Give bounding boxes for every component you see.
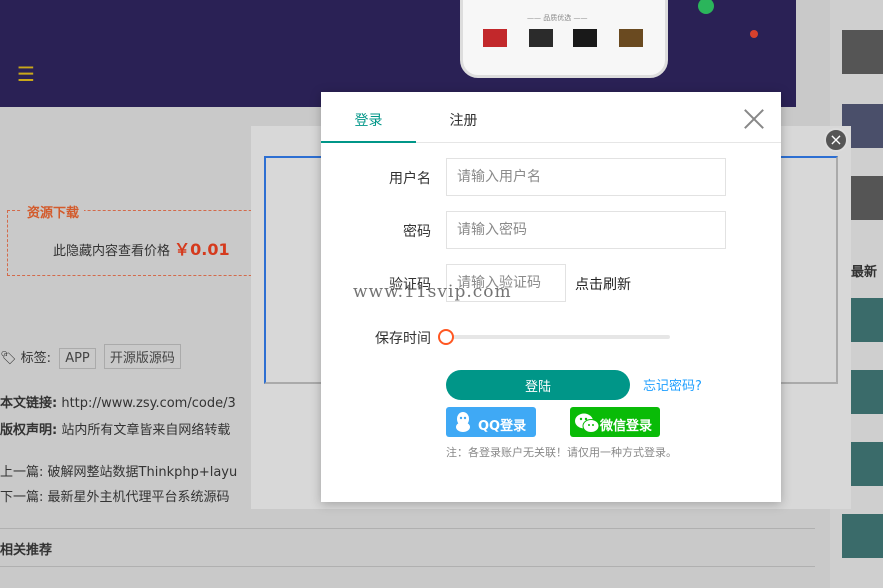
qq-login-label: QQ登录 bbox=[478, 419, 527, 434]
copyright-label: 版权声明: bbox=[0, 423, 58, 438]
remember-slider-track[interactable] bbox=[446, 335, 670, 339]
next-label: 下一篇: bbox=[0, 490, 44, 505]
password-input[interactable] bbox=[446, 211, 726, 249]
qq-icon bbox=[456, 412, 470, 432]
remember-slider-handle[interactable] bbox=[438, 329, 454, 345]
sidebar-heading: 最新 bbox=[851, 265, 878, 280]
phone-mockup: —— 品质优选 —— bbox=[460, 0, 668, 78]
decor-dot bbox=[750, 30, 758, 38]
tab-login[interactable]: 登录 bbox=[321, 92, 416, 143]
copyright-value: 站内所有文章皆来自网络转载 bbox=[61, 423, 231, 438]
forgot-password-link[interactable]: 忘记密码? bbox=[643, 375, 702, 394]
phone-title: —— 品质优选 —— bbox=[527, 14, 588, 22]
sidebar-thumbnail[interactable] bbox=[842, 30, 883, 74]
captcha-refresh-link[interactable]: 点击刷新 bbox=[575, 274, 631, 294]
resource-download-title: 资源下载 bbox=[22, 202, 85, 221]
link-value[interactable]: http://www.zsy.com/code/3 bbox=[61, 396, 235, 411]
sidebar-thumbnail[interactable] bbox=[842, 514, 883, 558]
next-post-row: 下一篇: 最新星外主机代理平台系统源码 bbox=[0, 486, 230, 505]
close-icon[interactable]: × bbox=[824, 128, 848, 152]
remember-label: 保存时间 bbox=[375, 331, 431, 347]
wechat-login-label: 微信登录 bbox=[600, 419, 653, 434]
prev-label: 上一篇: bbox=[0, 465, 44, 480]
wechat-icon bbox=[575, 413, 600, 433]
price-label: 此隐藏内容查看价格 bbox=[53, 244, 171, 259]
watermark: www.11svip.com bbox=[353, 282, 512, 302]
password-label: 密码 bbox=[403, 224, 431, 240]
menu-icon[interactable]: ☰ bbox=[17, 64, 35, 84]
tag-app[interactable]: APP bbox=[59, 348, 96, 369]
login-button[interactable]: 登陆 bbox=[446, 370, 630, 400]
tags-label: 标签: bbox=[20, 351, 52, 366]
qq-login-button[interactable]: QQ登录 bbox=[446, 407, 536, 437]
link-label: 本文链接: bbox=[0, 396, 58, 411]
modal-tabs: 登录 注册 bbox=[321, 92, 781, 143]
price-value: ￥0.01 bbox=[174, 240, 230, 259]
copyright-row: 版权声明: 站内所有文章皆来自网络转载 bbox=[0, 419, 230, 438]
login-note: 注：各登录账户无关联！请仅用一种方式登录。 bbox=[446, 446, 677, 459]
tab-register[interactable]: 注册 bbox=[416, 92, 511, 143]
close-icon[interactable] bbox=[743, 108, 765, 130]
prev-link[interactable]: 破解网整站数据Thinkphp+layu bbox=[48, 465, 238, 480]
price-line: 此隐藏内容查看价格 ￥0.01 bbox=[53, 236, 230, 260]
tag-open-source[interactable]: 开源版源码 bbox=[103, 344, 181, 369]
article-link-row: 本文链接: http://www.zsy.com/code/3 bbox=[0, 392, 236, 411]
tags-row: 🏷 标签: APP 开源版源码 bbox=[0, 344, 181, 369]
wechat-login-button[interactable]: 微信登录 bbox=[570, 407, 660, 437]
divider bbox=[0, 528, 815, 529]
username-label: 用户名 bbox=[389, 171, 431, 187]
hero-banner: ☰ —— 品质优选 —— bbox=[0, 0, 796, 107]
related-title: 相关推荐 bbox=[0, 543, 53, 558]
next-link[interactable]: 最新星外主机代理平台系统源码 bbox=[48, 490, 230, 505]
username-input[interactable] bbox=[446, 158, 726, 196]
decor-dot bbox=[698, 0, 714, 14]
prev-post-row: 上一篇: 破解网整站数据Thinkphp+layu bbox=[0, 461, 237, 480]
divider bbox=[0, 566, 815, 567]
tag-icon: 🏷 bbox=[0, 351, 17, 366]
